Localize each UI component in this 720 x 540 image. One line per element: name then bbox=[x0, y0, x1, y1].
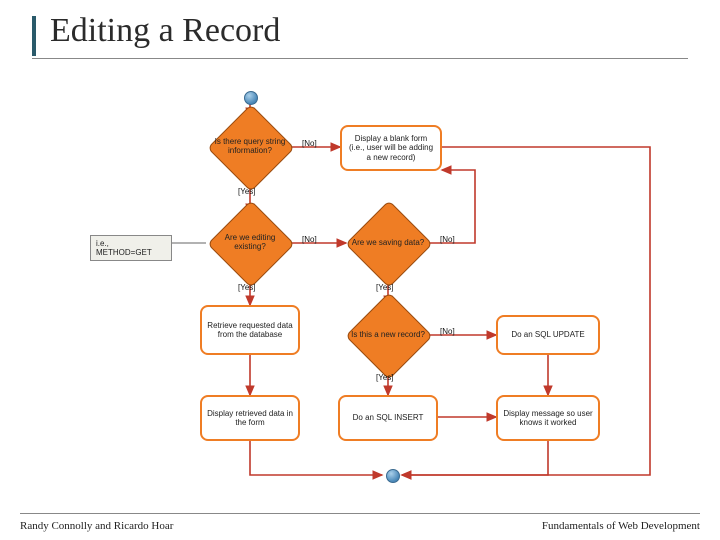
process-blank-form: Display a blank form (i.e., user will be… bbox=[340, 125, 442, 171]
process-label: Display a blank form (i.e., user will be… bbox=[346, 134, 436, 162]
process-label: Do an SQL UPDATE bbox=[511, 330, 584, 339]
end-node bbox=[386, 469, 400, 483]
edge-label-yes: [Yes] bbox=[238, 283, 256, 292]
process-label: Do an SQL INSERT bbox=[353, 413, 424, 422]
decision-query-string: Is there query string information? bbox=[208, 117, 292, 177]
process-label: Display retrieved data in the form bbox=[206, 409, 294, 427]
process-sql-update: Do an SQL UPDATE bbox=[496, 315, 600, 355]
process-retrieve-data: Retrieve requested data from the databas… bbox=[200, 305, 300, 355]
decision-saving-data: Are we saving data? bbox=[346, 213, 430, 273]
decision-label: Are we saving data? bbox=[346, 213, 430, 273]
flowchart-diagram: Is there query string information? [No] … bbox=[0, 55, 720, 505]
note-method-get: i.e., METHOD=GET bbox=[90, 235, 172, 261]
decision-editing-existing: Are we editing existing? bbox=[208, 213, 292, 273]
footer-authors: Randy Connolly and Ricardo Hoar bbox=[20, 520, 173, 532]
footer-book-title: Fundamentals of Web Development bbox=[542, 520, 700, 532]
process-display-message: Display message so user knows it worked bbox=[496, 395, 600, 441]
slide: Editing a Record bbox=[0, 0, 720, 540]
start-node bbox=[244, 91, 258, 105]
edge-label-no: [No] bbox=[302, 139, 317, 148]
edge-label-yes: [Yes] bbox=[376, 283, 394, 292]
process-label: Display message so user knows it worked bbox=[502, 409, 594, 427]
page-title: Editing a Record bbox=[50, 12, 280, 50]
decision-label: Is there query string information? bbox=[208, 117, 292, 177]
edge-label-no: [No] bbox=[440, 235, 455, 244]
decision-new-record: Is this a new record? bbox=[346, 305, 430, 365]
edge-label-yes: [Yes] bbox=[238, 187, 256, 196]
process-label: Retrieve requested data from the databas… bbox=[206, 321, 294, 339]
title-accent bbox=[32, 16, 36, 56]
process-display-retrieved: Display retrieved data in the form bbox=[200, 395, 300, 441]
footer-divider bbox=[20, 513, 700, 514]
edge-label-yes: [Yes] bbox=[376, 373, 394, 382]
decision-label: Is this a new record? bbox=[346, 305, 430, 365]
process-sql-insert: Do an SQL INSERT bbox=[338, 395, 438, 441]
decision-label: Are we editing existing? bbox=[208, 213, 292, 273]
edge-label-no: [No] bbox=[440, 327, 455, 336]
note-text: i.e., METHOD=GET bbox=[96, 239, 152, 257]
edge-label-no: [No] bbox=[302, 235, 317, 244]
